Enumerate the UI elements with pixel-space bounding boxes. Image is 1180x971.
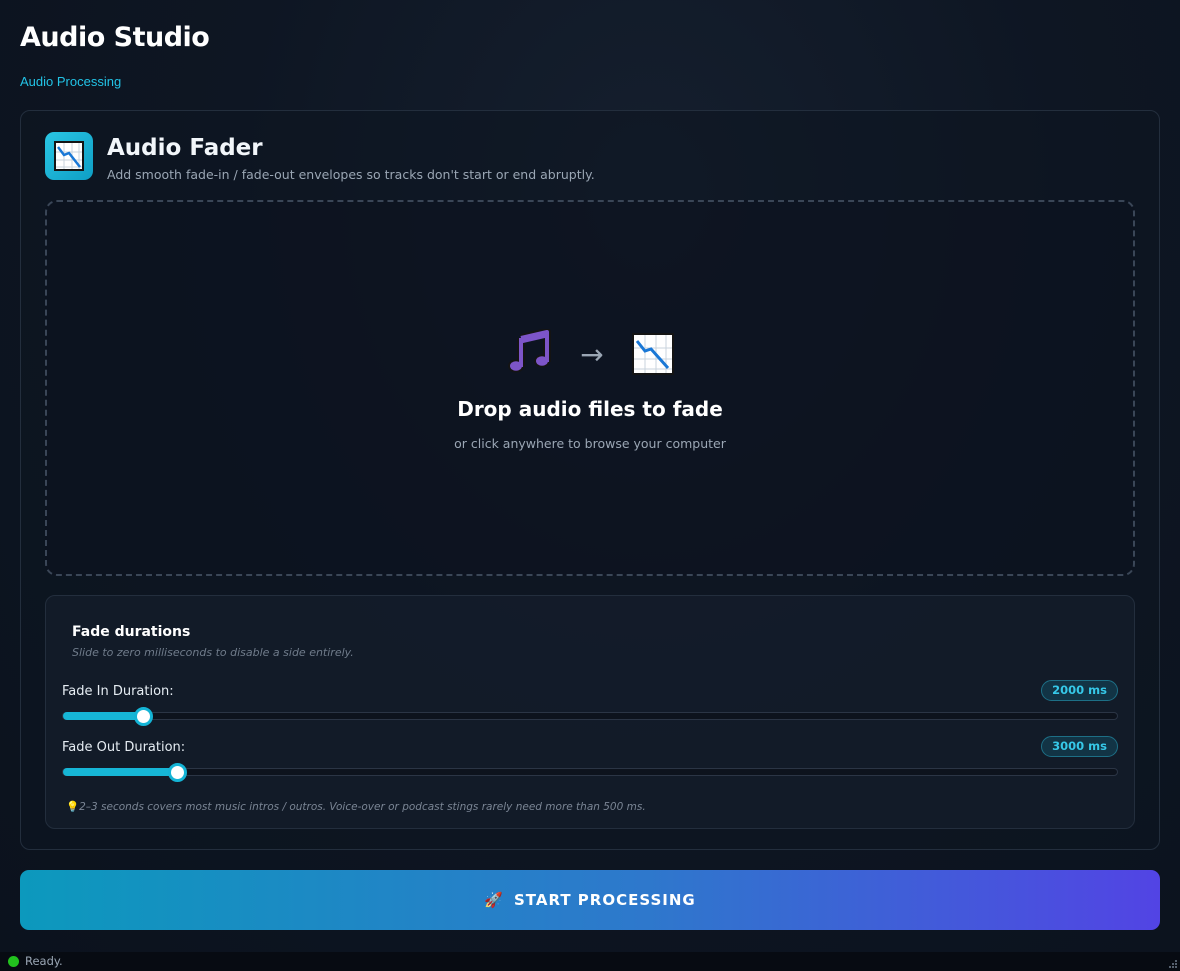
start-processing-button[interactable]: 🚀 START PROCESSING xyxy=(20,870,1160,930)
resize-grip-icon[interactable] xyxy=(1169,960,1177,968)
dropzone-title: Drop audio files to fade xyxy=(457,397,723,421)
dropzone-icons: → xyxy=(47,328,1133,379)
tool-panel: Audio Fader Add smooth fade-in / fade-ou… xyxy=(20,110,1160,850)
tool-description: Add smooth fade-in / fade-out envelopes … xyxy=(107,167,595,182)
fade-settings-card: Fade durations Slide to zero millisecond… xyxy=(45,595,1135,829)
chart-decreasing-icon xyxy=(45,132,93,180)
status-bar: Ready. xyxy=(0,952,1180,971)
fade-out-value-badge: 3000 ms xyxy=(1041,736,1118,757)
tip-text: 2–3 seconds covers most music intros / o… xyxy=(79,801,646,813)
rocket-icon: 🚀 xyxy=(484,891,504,909)
fade-in-value-badge: 2000 ms xyxy=(1041,680,1118,701)
music-note-icon xyxy=(506,328,552,379)
file-dropzone[interactable]: → Drop audio files to fade or click anyw… xyxy=(45,200,1135,576)
fade-out-slider-fill xyxy=(63,768,177,776)
fade-in-slider-thumb[interactable] xyxy=(134,707,153,726)
fade-out-label: Fade Out Duration: xyxy=(62,740,186,755)
fade-in-slider[interactable] xyxy=(62,707,1118,726)
status-indicator-icon xyxy=(8,956,19,967)
fade-out-slider[interactable] xyxy=(62,763,1118,782)
settings-note: Slide to zero milliseconds to disable a … xyxy=(72,646,354,659)
dropzone-hint: or click anywhere to browse your compute… xyxy=(454,436,726,451)
settings-title: Fade durations xyxy=(72,624,191,640)
tool-title: Audio Fader xyxy=(107,135,263,161)
settings-tip: 💡2–3 seconds covers most music intros / … xyxy=(66,800,646,813)
fade-in-label: Fade In Duration: xyxy=(62,684,174,699)
lightbulb-icon: 💡 xyxy=(66,801,80,813)
app-subtitle: Audio Processing xyxy=(20,74,122,89)
chart-decreasing-icon xyxy=(631,333,674,375)
status-text: Ready. xyxy=(25,954,63,968)
fade-out-slider-thumb[interactable] xyxy=(168,763,187,782)
app-title: Audio Studio xyxy=(20,22,210,53)
start-processing-label: START PROCESSING xyxy=(513,891,696,909)
fade-in-slider-fill xyxy=(63,712,143,720)
arrow-right-icon: → xyxy=(580,337,604,371)
